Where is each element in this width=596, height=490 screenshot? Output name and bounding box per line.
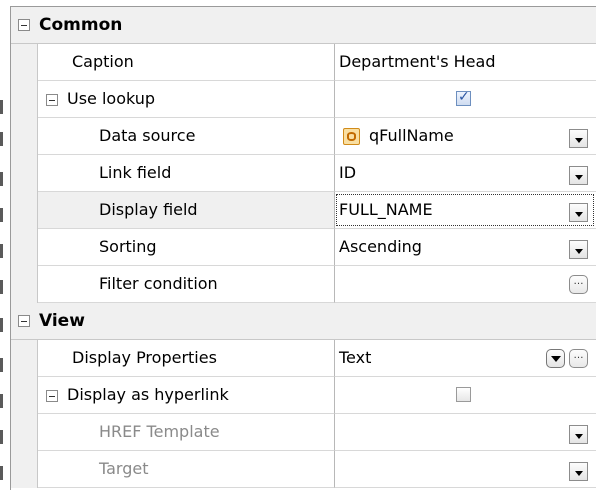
left-edge-marks xyxy=(0,0,4,489)
property-row-display-as-hyperlink[interactable]: Display as hyperlink xyxy=(11,377,596,414)
property-label: Link field xyxy=(99,163,172,182)
group-header-common[interactable]: Common xyxy=(11,7,596,44)
property-label: Use lookup xyxy=(67,89,156,108)
collapse-view-icon[interactable] xyxy=(18,315,30,327)
property-label: Sorting xyxy=(99,237,157,256)
property-grid: Common Caption Department's Head Use loo… xyxy=(10,6,596,490)
caption-value[interactable]: Department's Head xyxy=(339,52,495,71)
link-field-value[interactable]: ID xyxy=(339,163,356,182)
chevron-down-icon[interactable] xyxy=(569,240,588,259)
property-row-data-source[interactable]: Data source qFullName xyxy=(11,118,596,155)
caption-value-cell[interactable]: Department's Head xyxy=(335,44,596,81)
property-label: Display field xyxy=(99,200,198,219)
property-row-caption[interactable]: Caption Department's Head xyxy=(11,44,596,81)
display-field-value[interactable]: FULL_NAME xyxy=(339,200,433,219)
chevron-down-icon[interactable] xyxy=(569,166,588,185)
property-row-target[interactable]: Target xyxy=(11,451,596,488)
group-title-common: Common xyxy=(39,15,123,35)
collapse-hyperlink-icon[interactable] xyxy=(46,390,58,402)
sorting-value[interactable]: Ascending xyxy=(339,237,422,256)
property-row-filter-condition[interactable]: Filter condition … xyxy=(11,266,596,303)
display-as-hyperlink-checkbox[interactable] xyxy=(456,387,471,402)
data-source-value[interactable]: qFullName xyxy=(369,126,454,145)
data-source-value-cell[interactable]: qFullName xyxy=(335,118,596,155)
property-label: HREF Template xyxy=(99,422,220,441)
display-properties-value[interactable]: Text xyxy=(339,348,371,367)
group-header-view[interactable]: View xyxy=(11,303,596,340)
property-row-use-lookup[interactable]: Use lookup xyxy=(11,81,596,118)
target-value-cell[interactable] xyxy=(335,451,596,488)
property-row-sorting[interactable]: Sorting Ascending xyxy=(11,229,596,266)
href-template-value-cell[interactable] xyxy=(335,414,596,451)
collapse-common-icon[interactable] xyxy=(18,19,30,31)
group-title-view: View xyxy=(39,311,85,331)
ellipsis-icon[interactable]: … xyxy=(569,349,588,368)
chevron-down-icon[interactable] xyxy=(569,203,588,222)
property-row-display-field[interactable]: Display field FULL_NAME xyxy=(11,192,596,229)
filter-condition-value-cell[interactable]: … xyxy=(335,266,596,303)
display-field-value-cell[interactable]: FULL_NAME xyxy=(335,192,596,229)
use-lookup-checkbox[interactable] xyxy=(456,89,471,106)
link-field-value-cell[interactable]: ID xyxy=(335,155,596,192)
chevron-down-icon[interactable] xyxy=(569,425,588,444)
property-row-href-template[interactable]: HREF Template xyxy=(11,414,596,451)
display-properties-value-cell[interactable]: Text … xyxy=(335,340,596,377)
chevron-down-icon[interactable] xyxy=(569,129,588,148)
dataset-icon xyxy=(343,128,360,145)
property-label: Display Properties xyxy=(72,348,217,367)
property-label: Data source xyxy=(99,126,196,145)
sorting-value-cell[interactable]: Ascending xyxy=(335,229,596,266)
chevron-down-icon[interactable] xyxy=(569,462,588,481)
property-label: Filter condition xyxy=(99,274,218,293)
ellipsis-icon[interactable]: … xyxy=(569,275,588,294)
collapse-use-lookup-icon[interactable] xyxy=(46,94,58,106)
chevron-down-icon[interactable] xyxy=(546,349,565,368)
property-label: Display as hyperlink xyxy=(67,385,229,404)
property-label: Target xyxy=(99,459,149,478)
property-row-display-properties[interactable]: Display Properties Text … xyxy=(11,340,596,377)
property-row-link-field[interactable]: Link field ID xyxy=(11,155,596,192)
property-label: Caption xyxy=(72,52,134,71)
